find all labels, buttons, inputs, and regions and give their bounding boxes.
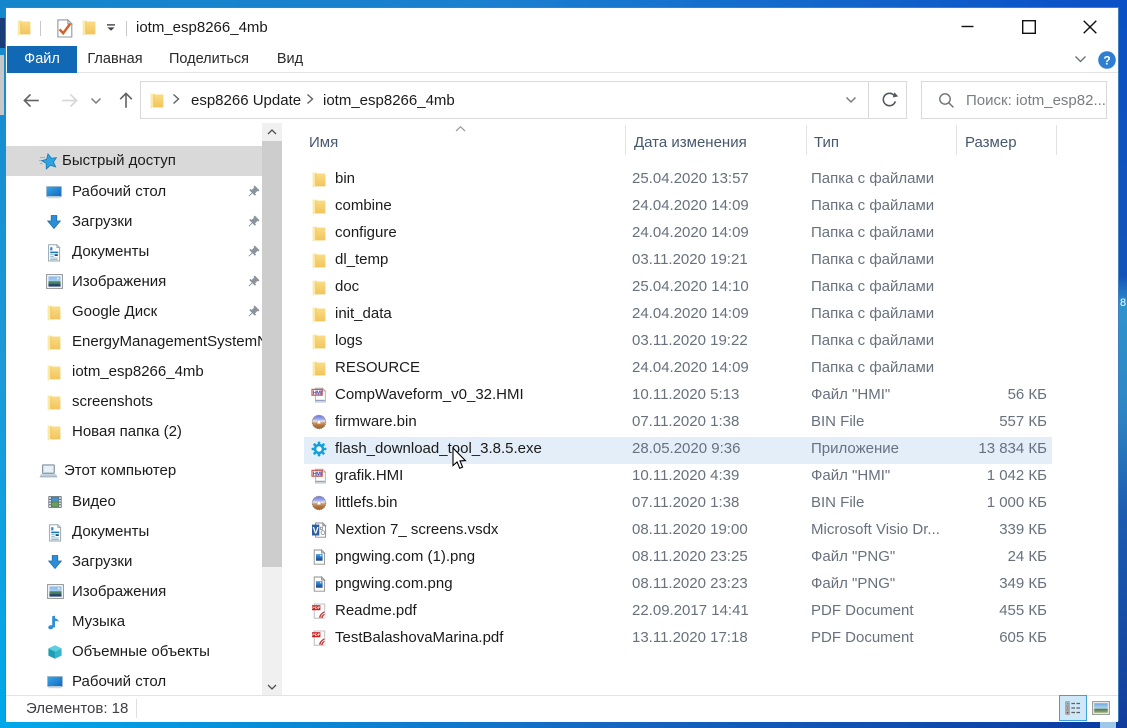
svg-text:HMI: HMI <box>313 471 323 477</box>
svg-text:PDF: PDF <box>312 632 321 637</box>
svg-text:V: V <box>313 525 319 535</box>
svg-text:PDF: PDF <box>312 605 321 610</box>
svg-text:?: ? <box>1103 54 1110 68</box>
svg-text:HMI: HMI <box>313 390 323 396</box>
